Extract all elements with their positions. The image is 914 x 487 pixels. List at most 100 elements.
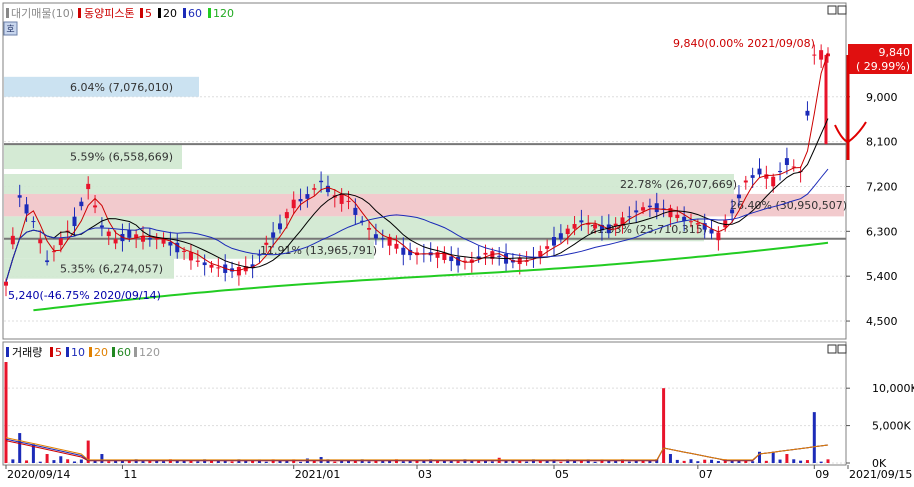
candle-body — [319, 180, 324, 183]
volume-axis: 10,000K5,000K0K — [846, 382, 914, 470]
volume-bar — [785, 454, 789, 463]
candle-body — [339, 193, 344, 204]
date-tick-label: 09 — [815, 468, 829, 481]
volume-bar — [401, 461, 405, 463]
price-axis: 9,000 8,100 7,200 6,300 5,400 4,500 — [846, 91, 898, 328]
vol-legend-ma10[interactable]: 10 — [71, 346, 85, 359]
candle-body — [4, 281, 8, 286]
supply-zone-label: 26.40% (30,950,507) — [730, 199, 847, 212]
candle-body — [17, 195, 22, 198]
candle-body — [147, 238, 152, 240]
candle-body — [483, 252, 488, 255]
date-tick-label: 07 — [699, 468, 713, 481]
vol-legend-title[interactable]: 거래량 — [12, 346, 42, 359]
volume-bar — [422, 461, 426, 463]
price-tick-label: 9,000 — [866, 91, 898, 104]
volume-bar — [436, 461, 440, 463]
legend-ma120[interactable]: 120 — [213, 7, 234, 20]
candle-body — [757, 168, 762, 175]
legend-marker-1 — [6, 8, 9, 18]
candle-body — [45, 260, 50, 263]
legend-pad-label[interactable]: 대기매물(10) — [11, 7, 74, 20]
vol-minimize-button[interactable] — [827, 344, 837, 354]
candle-body — [558, 233, 563, 240]
volume-bar — [196, 461, 200, 463]
volume-bar — [799, 460, 803, 463]
candle-body — [182, 250, 187, 252]
candle-body — [346, 200, 351, 202]
supply-zone-label: 11.91% (13,965,791) — [260, 244, 377, 257]
volume-bar — [66, 459, 70, 463]
legend-ma5[interactable]: 5 — [145, 7, 152, 20]
candle-body — [579, 220, 584, 223]
candle-body — [784, 158, 789, 165]
candle-body — [593, 224, 598, 229]
vol-maximize-button[interactable] — [837, 344, 847, 354]
volume-bar — [107, 461, 111, 463]
candle-body — [394, 243, 399, 249]
vol-legend-ma120[interactable]: 120 — [139, 346, 160, 359]
candle-body — [188, 252, 193, 261]
candle-body — [743, 180, 748, 183]
candle-body — [38, 239, 43, 244]
candle-body — [79, 201, 84, 207]
volume-bar — [525, 461, 529, 463]
candle-body — [312, 188, 317, 190]
volume-bar — [59, 456, 63, 463]
date-tick-label: 05 — [555, 468, 569, 481]
last-price-change: ( 29.99%) — [856, 60, 910, 73]
candle-body — [216, 267, 221, 269]
vol-legend-ma5[interactable]: 5 — [55, 346, 62, 359]
legend-ma20[interactable]: 20 — [163, 7, 177, 20]
vol-legend-marker — [6, 347, 9, 357]
vol-legend-marker-5 — [50, 347, 53, 357]
volume-bar — [805, 460, 809, 463]
legend-marker-ma5 — [140, 8, 143, 18]
vol-legend-marker-60 — [112, 347, 115, 357]
volume-bar — [25, 460, 29, 463]
price-legend: 대기매물(10) 동양피스톤 5 20 60 120 — [6, 7, 234, 20]
minimize-button[interactable] — [827, 5, 837, 15]
volume-bar — [778, 459, 782, 463]
price-tick-label: 8,100 — [866, 136, 898, 149]
candle-body — [627, 216, 632, 218]
candle-body — [271, 232, 276, 238]
candle-body — [778, 170, 783, 173]
date-axis: 2020/09/14 11 2021/01 03 05 07 09 2021/09/15 — [5, 465, 912, 481]
price-tick-label: 4,500 — [866, 315, 898, 328]
candle-body — [236, 267, 241, 276]
candle-body — [58, 237, 63, 246]
candle-body — [805, 110, 810, 116]
chart-canvas: 6.04% (7,076,010) 5.59% (6,558,669) 22.78%… — [2, 2, 914, 481]
legend-ma60[interactable]: 60 — [188, 7, 202, 20]
candle-body — [10, 235, 15, 245]
volume-bar — [764, 460, 768, 463]
candle-body — [647, 205, 652, 208]
candle-body — [168, 242, 173, 246]
vol-legend-ma20[interactable]: 20 — [94, 346, 108, 359]
candle-body — [291, 199, 296, 209]
vol-legend-ma60[interactable]: 60 — [117, 346, 131, 359]
maximize-button[interactable] — [837, 5, 847, 15]
candle-body — [380, 238, 385, 240]
candle-body — [771, 176, 776, 187]
candle-body — [819, 50, 824, 60]
candle-body — [93, 205, 98, 208]
volume-bar — [771, 451, 775, 463]
volume-bar — [52, 460, 56, 463]
candle-body — [689, 221, 693, 223]
volume-bar — [367, 461, 371, 463]
legend-stock-name[interactable]: 동양피스톤 — [84, 7, 135, 20]
candle-body — [716, 232, 721, 241]
candle-body — [264, 242, 269, 245]
volume-bar — [299, 461, 303, 463]
candle-body — [675, 214, 680, 219]
candle-body — [31, 221, 36, 223]
candle-body — [750, 175, 755, 178]
volume-bar — [819, 461, 823, 463]
volume-bar — [333, 461, 337, 463]
candle-body — [305, 194, 310, 199]
candle-body — [634, 210, 639, 213]
candle-body — [730, 209, 735, 214]
candle-body — [86, 183, 91, 190]
